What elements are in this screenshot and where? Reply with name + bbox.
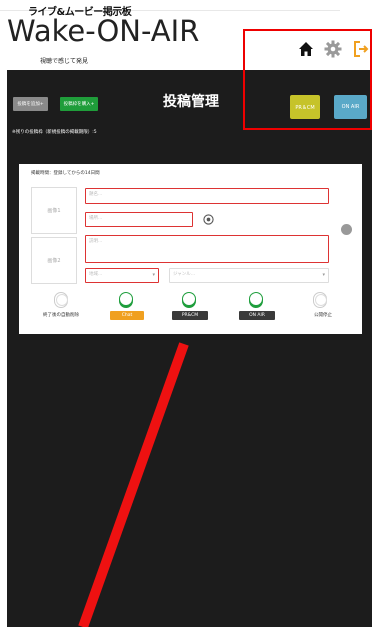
location-refresh-icon[interactable] xyxy=(202,213,214,225)
brand-subtitle: 視聴で感じて発見 xyxy=(40,58,89,65)
remaining-posts-text: ※残りの投稿枠（新規投稿の掲載期限）:5 xyxy=(12,130,97,135)
auto-delete-toggle[interactable] xyxy=(54,292,68,308)
onair-button[interactable]: ON AIR xyxy=(334,95,367,119)
place-input[interactable]: 場所... xyxy=(85,212,193,227)
chevron-down-icon: ▾ xyxy=(322,272,325,278)
add-post-button[interactable]: 投稿を追加+ xyxy=(13,97,48,111)
posting-period-text: 掲載時間：登録してからの14日間 xyxy=(31,171,100,176)
genre-select[interactable]: ジャンル... ▾ xyxy=(169,268,329,283)
image-upload-2[interactable]: 画像2 xyxy=(31,237,77,284)
stop-publish-toggle[interactable] xyxy=(313,292,327,308)
prcm-toggle[interactable] xyxy=(182,292,196,308)
brand-logo[interactable]: Wake-ON-AIR xyxy=(7,14,199,48)
description-textarea[interactable]: 説明... xyxy=(85,235,329,263)
post-form: 掲載時間：登録してからの14日間 画像1 画像2 題名... 場所... 説明.… xyxy=(19,164,362,334)
side-action-icon[interactable] xyxy=(341,224,352,235)
prcm-button[interactable]: PR＆CM xyxy=(290,95,320,119)
chevron-down-icon: ▾ xyxy=(152,272,155,278)
onair-label-button[interactable]: ON AIR xyxy=(239,311,275,320)
prcm-label-button[interactable]: PR&CM xyxy=(172,311,208,320)
image-upload-1[interactable]: 画像1 xyxy=(31,187,77,234)
purchase-posts-button[interactable]: 投稿枠を購入+ xyxy=(60,97,98,111)
region-select-value: 地域... xyxy=(89,272,103,277)
main-panel xyxy=(7,70,372,627)
stop-publish-label: 公開停止 xyxy=(314,313,332,318)
genre-select-value: ジャンル... xyxy=(173,272,196,277)
chat-label-button[interactable]: Chat xyxy=(110,311,144,320)
title-input[interactable]: 題名... xyxy=(85,188,329,204)
page-title: 投稿管理 xyxy=(163,94,219,110)
region-select[interactable]: 地域... ▾ xyxy=(85,268,159,283)
chat-toggle[interactable] xyxy=(119,292,133,308)
auto-delete-label: 終了後の自動削除 xyxy=(43,313,79,318)
onair-toggle[interactable] xyxy=(249,292,263,308)
